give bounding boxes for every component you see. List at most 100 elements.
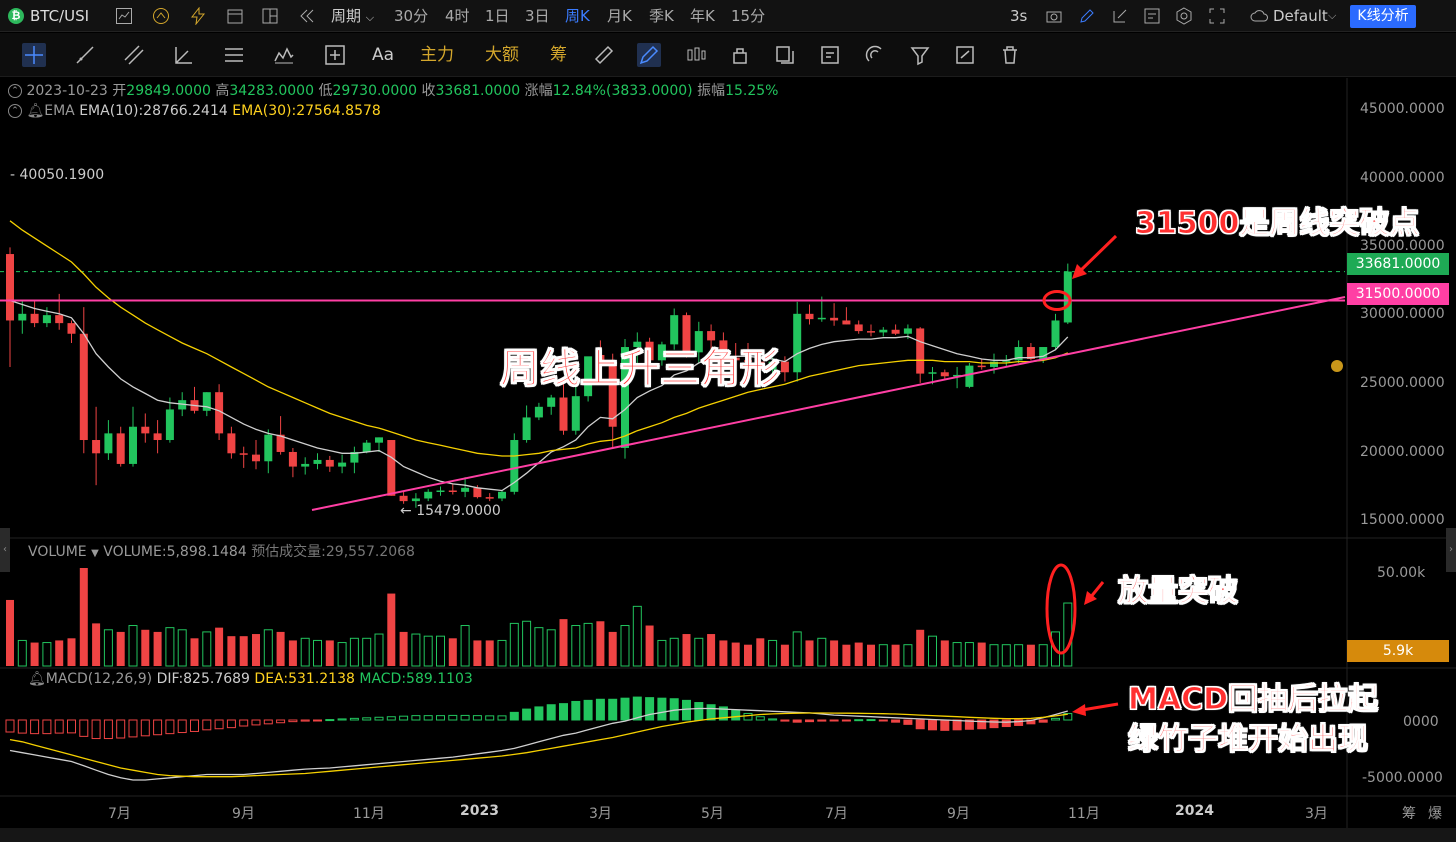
layout-icon[interactable] bbox=[261, 7, 279, 25]
copy-icon[interactable] bbox=[773, 43, 797, 67]
volume-bar bbox=[657, 639, 667, 667]
macd-bar bbox=[276, 719, 286, 724]
volume-bar bbox=[215, 627, 224, 666]
macd-name[interactable]: MACD(12,26,9) bbox=[46, 671, 152, 687]
interval-month[interactable]: 月K bbox=[607, 0, 632, 32]
volume-bar bbox=[423, 635, 433, 667]
candle-body bbox=[559, 397, 568, 431]
interval-3d[interactable]: 3日 bbox=[525, 0, 550, 32]
macd-bar bbox=[522, 708, 532, 721]
symbol-name[interactable]: BTC/USI bbox=[30, 0, 89, 32]
volume-bar bbox=[854, 642, 863, 666]
candle-body bbox=[411, 498, 420, 502]
refresh-rate[interactable]: 3s bbox=[1010, 0, 1027, 32]
main-force-tool[interactable]: 主力 bbox=[420, 43, 454, 67]
interval-15m[interactable]: 15分 bbox=[731, 0, 765, 32]
macd-bar bbox=[300, 719, 310, 722]
chevron-down-icon[interactable]: ⌵ bbox=[1328, 0, 1336, 32]
macd-bar bbox=[103, 719, 113, 740]
template-icon[interactable] bbox=[1143, 7, 1161, 25]
magnet-icon[interactable] bbox=[863, 43, 887, 67]
volume-bar bbox=[153, 631, 162, 666]
interval-year[interactable]: 年K bbox=[690, 0, 715, 32]
chart-type-icon[interactable] bbox=[115, 7, 133, 25]
liquidation-toggle[interactable]: 爆 bbox=[1428, 803, 1442, 823]
bell-icon[interactable]: 🔔︎ bbox=[26, 103, 44, 119]
volume-axis-label: 50.00k bbox=[1377, 565, 1426, 581]
filter-icon[interactable] bbox=[908, 43, 932, 67]
ruler-icon[interactable] bbox=[592, 43, 616, 67]
macd-bar bbox=[349, 717, 359, 721]
open-value: 29849.0000 bbox=[126, 83, 211, 99]
candle-body bbox=[42, 315, 51, 324]
pencil-icon[interactable] bbox=[1078, 7, 1096, 25]
fullscreen-icon[interactable] bbox=[1208, 7, 1226, 25]
pattern-icon[interactable] bbox=[272, 43, 296, 67]
bell-icon[interactable]: 🔔︎ bbox=[28, 671, 46, 687]
angle-icon[interactable] bbox=[172, 43, 196, 67]
interval-1d[interactable]: 1日 bbox=[485, 0, 510, 32]
gear-icon[interactable] bbox=[1175, 7, 1193, 25]
chips-toggle[interactable]: 筹 bbox=[1402, 803, 1416, 823]
trash-icon[interactable] bbox=[998, 43, 1022, 67]
edit-box-icon[interactable] bbox=[1111, 7, 1129, 25]
sync-icon[interactable] bbox=[953, 43, 977, 67]
candle-body bbox=[325, 459, 334, 467]
chips-tool[interactable]: 筹 bbox=[550, 43, 567, 67]
caret-down-icon[interactable]: ▼ bbox=[91, 548, 99, 559]
scroll-left-handle[interactable]: ‹ bbox=[0, 528, 10, 572]
macd-bar bbox=[91, 719, 101, 740]
calendar-icon[interactable] bbox=[226, 7, 244, 25]
measure-icon[interactable] bbox=[323, 43, 347, 67]
close-value: 33681.0000 bbox=[435, 83, 521, 99]
text-tool[interactable]: Aa bbox=[372, 43, 394, 67]
annotation-triangle: 周线上升三角形 bbox=[500, 346, 781, 393]
camera-icon[interactable] bbox=[1045, 7, 1063, 25]
ema-name[interactable]: EMA bbox=[44, 103, 75, 119]
collapse-circle-icon[interactable]: ⌃ bbox=[8, 104, 22, 118]
macd-bar bbox=[411, 715, 421, 721]
kline-analysis-button[interactable]: K线分析 bbox=[1350, 5, 1416, 28]
crosshair-icon[interactable] bbox=[22, 43, 46, 67]
candle-body bbox=[141, 426, 150, 434]
horizontal-lines-icon[interactable] bbox=[222, 43, 246, 67]
volume-bar bbox=[842, 644, 851, 666]
candle-body bbox=[793, 313, 802, 373]
volume-bar bbox=[964, 642, 974, 667]
interval-30m[interactable]: 30分 bbox=[394, 0, 428, 32]
cloud-icon[interactable] bbox=[1250, 7, 1268, 25]
lock-icon[interactable] bbox=[728, 43, 752, 67]
theme-selector[interactable]: Default bbox=[1273, 0, 1328, 32]
candle-body bbox=[498, 491, 506, 499]
volume-name[interactable]: VOLUME bbox=[28, 544, 87, 560]
volume-bar bbox=[903, 644, 913, 667]
interval-quarter[interactable]: 季K bbox=[649, 0, 674, 32]
ohlc-date: 2023-10-23 bbox=[26, 83, 108, 99]
brush-icon[interactable] bbox=[637, 43, 661, 67]
note-icon[interactable] bbox=[818, 43, 842, 67]
alert-bell-icon[interactable] bbox=[1331, 360, 1343, 372]
scroll-right-handle[interactable]: › bbox=[1446, 528, 1456, 572]
indicator-icon[interactable] bbox=[152, 7, 170, 25]
ohlc-info: ⌃ 2023-10-23 开29849.0000 高34283.0000 低29… bbox=[8, 80, 778, 100]
ema10-value: EMA(10):28766.2414 bbox=[79, 103, 228, 119]
period-dropdown[interactable]: 周期 ⌵ bbox=[331, 0, 374, 32]
macd-bar bbox=[509, 711, 519, 721]
flash-icon[interactable] bbox=[189, 7, 207, 25]
interval-4h[interactable]: 4时 bbox=[445, 0, 470, 32]
collapse-circle-icon[interactable]: ⌃ bbox=[8, 84, 22, 98]
volume-bar bbox=[288, 640, 297, 666]
price-axis-label: 20000.0000 bbox=[1360, 444, 1445, 460]
collapse-icon[interactable] bbox=[298, 7, 316, 25]
candle-body bbox=[338, 462, 347, 467]
large-order-tool[interactable]: 大额 bbox=[485, 43, 519, 67]
candles-icon[interactable] bbox=[684, 43, 708, 67]
chart-area[interactable]: ⌃ 2023-10-23 开29849.0000 高34283.0000 低29… bbox=[0, 78, 1456, 828]
time-axis-label: 11月 bbox=[1068, 806, 1100, 822]
parallel-channel-icon[interactable] bbox=[122, 43, 146, 67]
candle-body bbox=[18, 313, 27, 321]
interval-week[interactable]: 周K bbox=[565, 0, 590, 32]
volume-bar bbox=[6, 599, 14, 666]
trendline-icon[interactable] bbox=[73, 43, 97, 67]
close-label: 收 bbox=[421, 83, 436, 99]
